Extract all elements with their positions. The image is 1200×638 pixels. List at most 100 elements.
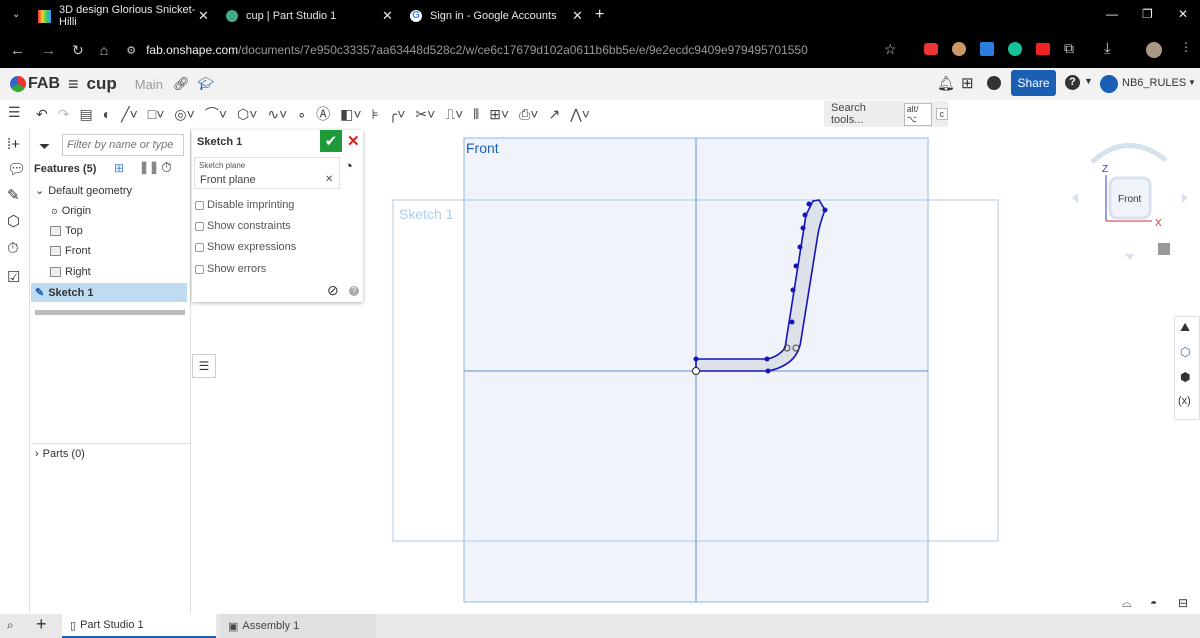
dimension-tool-icon[interactable]: ⊧ [372,106,379,123]
notes-icon[interactable]: ✎ [7,186,20,204]
undo-icon[interactable]: ↶ [36,106,48,123]
text-tool-icon[interactable]: Ⓐ [316,104,330,124]
search-tabs-icon[interactable]: ⌕ [7,618,14,633]
view-cube[interactable]: Front Z X [1072,143,1188,260]
part-studio-icon[interactable]: ▤ [79,106,92,123]
variables-icon[interactable]: (x) [1178,395,1191,407]
measure-icon[interactable]: ⌓ [1122,596,1132,611]
filter-icon[interactable]: ⏷ [39,138,50,155]
offset-tool-icon[interactable]: ⎍˅ [445,106,463,123]
spline-tool-icon[interactable]: ∿˅ [267,106,287,123]
hamburger-menu-icon[interactable]: ≡ [68,74,79,95]
sketch-inspect-icon[interactable]: ⊘ [327,282,339,299]
close-tab-icon[interactable]: ✕ [572,8,583,24]
pattern-tool-icon[interactable]: ⊞˅ [489,106,509,123]
document-name[interactable]: cup [87,74,117,94]
redo-icon[interactable]: ↷ [58,106,70,123]
feature-item-right[interactable]: Right [50,266,91,278]
extension-icon[interactable] [924,43,938,55]
restore-button[interactable]: ❐ [1142,7,1153,21]
site-settings-icon[interactable]: ⚙ [126,44,136,57]
add-folder-icon[interactable]: ⊞ [114,161,124,175]
appearance-icon[interactable]: ⬢ [1180,370,1190,384]
rollback-timer-icon[interactable]: ⏱︎ [161,159,172,176]
browser-tab[interactable]: 3D design Glorious Snicket-Hilli ✕ [38,0,213,32]
display-states-icon[interactable]: ⬡ [1180,345,1190,359]
construction-tool-icon[interactable]: ⋀˅ [570,106,590,123]
comments-icon[interactable]: 💬︎ [7,160,26,178]
checklist-icon[interactable]: ☑ [7,268,20,286]
download-icon[interactable]: ⤓ [1104,40,1111,57]
notification-bell-icon[interactable]: 🔔︎ [937,75,955,92]
learning-icon[interactable] [987,76,1001,90]
feature-item-top[interactable]: Top [50,225,83,237]
history-clock-icon[interactable]: ◔ [344,158,353,175]
parts-group[interactable]: › Parts (0) [35,448,85,460]
sketch-plane-field[interactable]: Sketch plane Front plane ✕ [194,157,340,189]
tab-list-chevron-icon[interactable]: ⌄ [12,9,20,20]
extensions-puzzle-icon[interactable]: ⧉ [1064,40,1074,57]
new-tab-button[interactable]: + [595,6,604,24]
minimize-button[interactable]: — [1106,7,1118,21]
clear-icon[interactable]: ✕ [325,174,333,185]
close-window-button[interactable]: ✕ [1178,7,1188,21]
feature-item-sketch-1[interactable]: ✎ Sketch 1 [31,283,187,302]
back-icon[interactable]: ← [10,42,25,59]
education-icon[interactable]: 🎓︎ [197,76,214,92]
chevron-down-icon[interactable]: ▼ [1084,76,1093,86]
section-view-icon[interactable]: ⛰ [1180,320,1190,335]
rollback-bar[interactable] [35,310,185,315]
tab-assembly-1[interactable]: ▣ Assembly 1 [220,614,376,638]
extension-icon[interactable] [980,42,994,56]
confirm-button[interactable]: ✔ [320,130,342,152]
ruler-icon[interactable]: ⊟ [1178,596,1188,610]
sketch-settings-icon[interactable]: ◐ [103,106,111,122]
profile-avatar[interactable] [1146,42,1162,58]
feature-item-front[interactable]: Front [50,245,91,257]
app-store-icon[interactable]: ⊞ [961,74,974,92]
help-icon[interactable]: ? [1065,75,1080,90]
tab-part-studio-1[interactable]: ▯ Part Studio 1 [62,614,216,638]
properties-icon[interactable]: ⬡ [7,212,20,230]
pause-icon[interactable]: ❚❚ [139,160,159,174]
feature-item-origin[interactable]: ⊙ Origin [51,205,91,217]
user-name[interactable]: NB6_RULES [1122,77,1186,89]
url-field[interactable]: fab.onshape.com/documents/7e950c33357aa6… [146,43,808,57]
grammarly-icon[interactable] [1008,42,1022,56]
forward-icon[interactable]: → [41,42,56,59]
browser-menu-icon[interactable]: ⋮ [1180,40,1192,54]
show-expressions-checkbox[interactable]: Show expressions [195,241,296,253]
insert-mate-connector-icon[interactable]: ⁞+ [7,136,20,153]
user-avatar[interactable] [1100,75,1118,93]
dxf-import-icon[interactable]: ⎙˅ [519,106,538,123]
browser-tab-active[interactable]: cup | Part Studio 1 ✕ [226,0,396,32]
show-constraints-checkbox[interactable]: Show constraints [195,220,291,232]
timer-icon[interactable]: ⏱︎ [7,240,19,257]
search-tools-button[interactable]: Search tools... alt/⌥ c [824,101,948,127]
filter-input[interactable] [62,134,184,156]
share-button[interactable]: Share [1011,70,1056,96]
cancel-button[interactable]: ✕ [347,132,360,150]
extension-icon[interactable] [1036,43,1050,55]
help-icon[interactable]: ? [349,286,359,296]
add-tab-button[interactable]: + [36,614,47,635]
disable-imprinting-checkbox[interactable]: Disable imprinting [195,199,294,211]
mass-properties-icon[interactable]: ◓ [1150,596,1157,610]
rectangle-tool-icon[interactable]: □˅ [148,106,165,122]
point-tool-icon[interactable]: ∘ [297,106,306,123]
polygon-tool-icon[interactable]: ⬡˅ [237,106,257,123]
chevron-down-icon[interactable]: ▼ [1188,78,1196,87]
trim-tool-icon[interactable]: ✂˅ [415,106,435,123]
use-tool-icon[interactable]: ◧˅ [340,106,361,123]
default-geometry-group[interactable]: ⌄ Default geometry [35,184,132,198]
feature-list-toggle-icon[interactable]: ☰ [8,104,21,121]
circle-tool-icon[interactable]: ◎˅ [174,106,194,123]
close-tab-icon[interactable]: ✕ [198,8,209,24]
branch-label[interactable]: Main [135,77,163,92]
close-tab-icon[interactable]: ✕ [382,8,393,24]
home-icon[interactable]: ⌂ [100,42,108,58]
browser-tab[interactable]: G Sign in - Google Accounts ✕ [410,0,590,32]
arc-tool-icon[interactable]: ⌒˅ [205,104,227,124]
extension-icon[interactable] [952,42,966,56]
fab-logo[interactable]: FAB [10,75,60,93]
